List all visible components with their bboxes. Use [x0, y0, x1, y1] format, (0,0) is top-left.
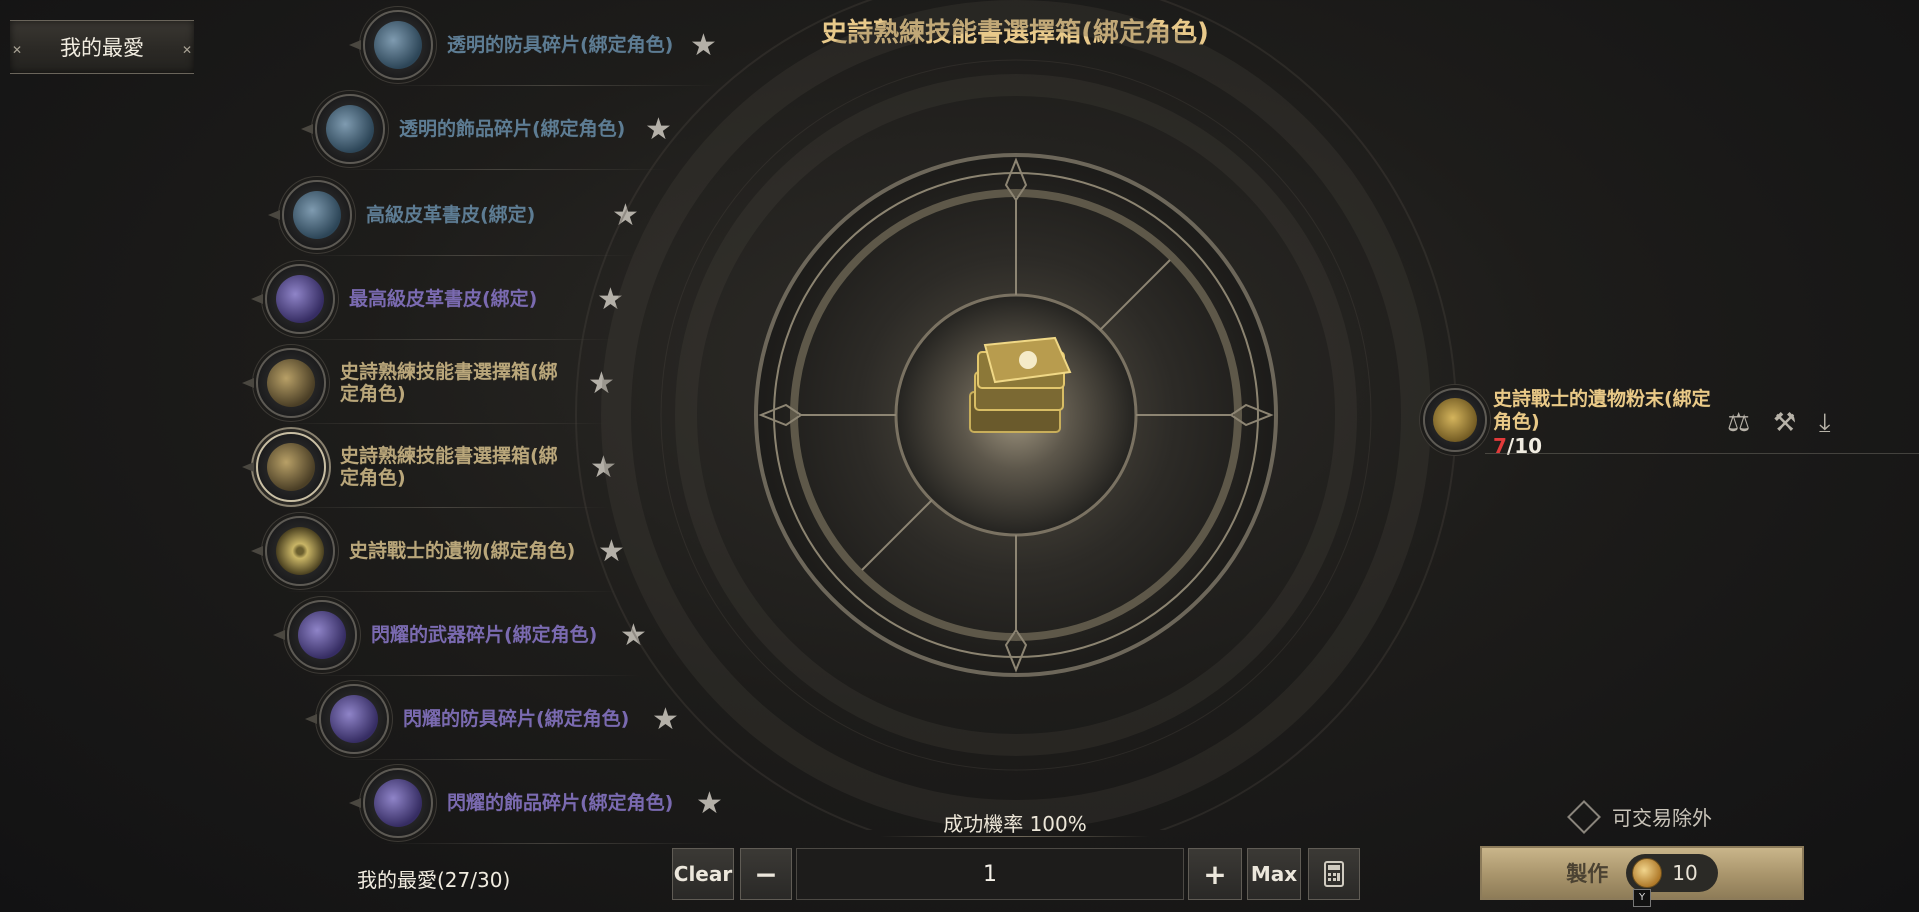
craft-hotkey: Y [1633, 889, 1651, 907]
clear-button[interactable]: Clear [672, 848, 734, 900]
skill-book-box-icon [267, 359, 315, 407]
calculator-button[interactable] [1308, 848, 1360, 900]
armor-shard-icon [330, 695, 378, 743]
leather-cover-icon [293, 191, 341, 239]
crafting-wheel [575, 0, 1457, 830]
craft-cost-value: 10 [1672, 861, 1698, 885]
slot-pointer-icon [242, 378, 254, 388]
material-row: 史詩戰士的遺物粉末(綁定角色) 7/10 ⚖ ⚒ ⤓ [1423, 388, 1919, 458]
slot-pointer-icon [251, 546, 263, 556]
increase-button[interactable]: + [1188, 848, 1242, 900]
recipe-slot [349, 768, 433, 838]
max-button[interactable]: Max [1247, 848, 1301, 900]
recipe-slot [305, 684, 389, 754]
recipe-slot [251, 516, 335, 586]
recipe-slot [273, 600, 357, 670]
skill-book-box-icon [267, 443, 315, 491]
slot-pointer-icon [268, 210, 280, 220]
recipe-slot [242, 348, 326, 418]
recipe-slot [251, 264, 335, 334]
recipe-slot [268, 180, 352, 250]
calculator-icon [1324, 861, 1344, 887]
scale-icon[interactable]: ⚖ [1727, 408, 1750, 438]
exclude-tradable-label: 可交易除外 [1612, 806, 1712, 830]
warrior-relic-icon [276, 527, 324, 575]
rate-divider [880, 836, 1150, 837]
accessory-shard-icon [374, 779, 422, 827]
exclude-tradable-toggle[interactable]: 可交易除外 [1567, 799, 1712, 834]
quantity-input[interactable]: 1 [796, 848, 1184, 900]
slot-pointer-icon [349, 798, 361, 808]
warrior-relic-powder-icon [1433, 398, 1477, 442]
material-name: 史詩戰士的遺物粉末(綁定角色) [1493, 388, 1711, 433]
success-rate: 成功機率 100% [943, 812, 1087, 836]
material-slot[interactable] [1423, 388, 1487, 452]
hand-receive-icon[interactable]: ⤓ [1819, 408, 1831, 439]
slot-pointer-icon [301, 124, 313, 134]
slot-pointer-icon [305, 714, 317, 724]
craft-cost: 10 [1626, 854, 1718, 892]
material-have: 7 [1493, 434, 1507, 458]
accessory-shard-icon [326, 105, 374, 153]
hammer-icon[interactable]: ⚒ [1773, 408, 1796, 438]
gold-coin-icon [1632, 858, 1663, 888]
material-quantity: 7/10 [1493, 434, 1542, 458]
recipe-slot [301, 94, 385, 164]
weapon-shard-icon [298, 611, 346, 659]
slot-pointer-icon [273, 630, 285, 640]
material-need: /10 [1506, 434, 1543, 458]
craft-label: 製作 [1566, 862, 1609, 886]
material-divider [1485, 453, 1919, 454]
recipe-divider [383, 843, 717, 844]
recipe-slot [242, 432, 326, 502]
slot-pointer-icon [242, 462, 254, 472]
decrease-button[interactable]: − [740, 848, 792, 900]
recipe-item[interactable]: 史詩熟練技能書選擇箱(綁定角色) ★ [242, 348, 615, 424]
slot-pointer-icon [251, 294, 263, 304]
favorites-count: 我的最愛(27/30) [357, 868, 511, 892]
leather-cover-icon [276, 275, 324, 323]
checkbox-diamond-icon[interactable] [1567, 799, 1601, 834]
recipe-item[interactable]: 史詩熟練技能書選擇箱(綁定角色) ★ [242, 432, 617, 508]
